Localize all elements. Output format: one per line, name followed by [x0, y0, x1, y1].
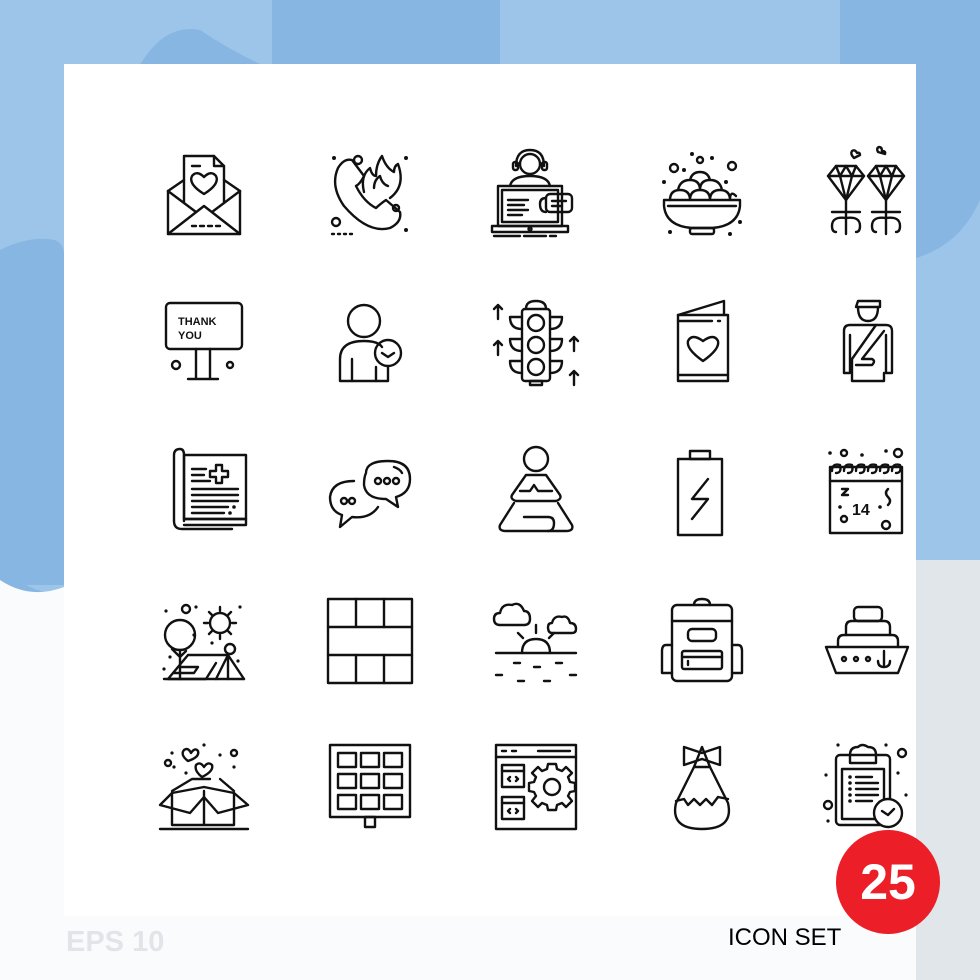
- web-code-settings-icon: [481, 732, 591, 842]
- clipboard-time-icon: [813, 732, 923, 842]
- camping-tent-icon: [149, 586, 259, 696]
- traffic-light-icon: [481, 286, 591, 396]
- meditation-icon: [481, 436, 591, 546]
- bomb-icon: [647, 732, 757, 842]
- battery-charge-icon: [647, 436, 757, 546]
- format-label: EPS 10: [66, 926, 165, 958]
- valentine-calendar-icon: 14: [813, 436, 923, 546]
- online-support-icon: [481, 137, 591, 247]
- grid-layout-icon: [315, 586, 425, 696]
- icon-count-badge: 25: [836, 830, 940, 934]
- medical-book-icon: [149, 436, 259, 546]
- thank-you-text-line2: YOU: [178, 330, 202, 342]
- greeting-card-icon: [647, 286, 757, 396]
- love-letter-icon: [149, 137, 259, 247]
- ship-icon: [813, 586, 923, 696]
- sunrise-icon: [481, 586, 591, 696]
- sweets-bowl-icon: [647, 137, 757, 247]
- thank-you-text-line1: THANK: [178, 316, 217, 328]
- phone-fire-icon: [315, 137, 425, 247]
- icon-set-label: ICON SET: [728, 924, 842, 951]
- thank-you-sign-icon: THANK YOU: [149, 286, 259, 396]
- icon-grid: THANK YOU 14: [64, 64, 916, 916]
- user-clock-icon: [315, 286, 425, 396]
- chat-bubbles-icon: [315, 436, 425, 546]
- backpack-icon: [647, 586, 757, 696]
- calendar-day-text: 14: [852, 502, 870, 519]
- solar-panel-icon: [315, 732, 425, 842]
- police-officer-icon: [813, 286, 923, 396]
- love-gift-box-icon: [149, 732, 259, 842]
- diamond-rings-icon: [813, 137, 923, 247]
